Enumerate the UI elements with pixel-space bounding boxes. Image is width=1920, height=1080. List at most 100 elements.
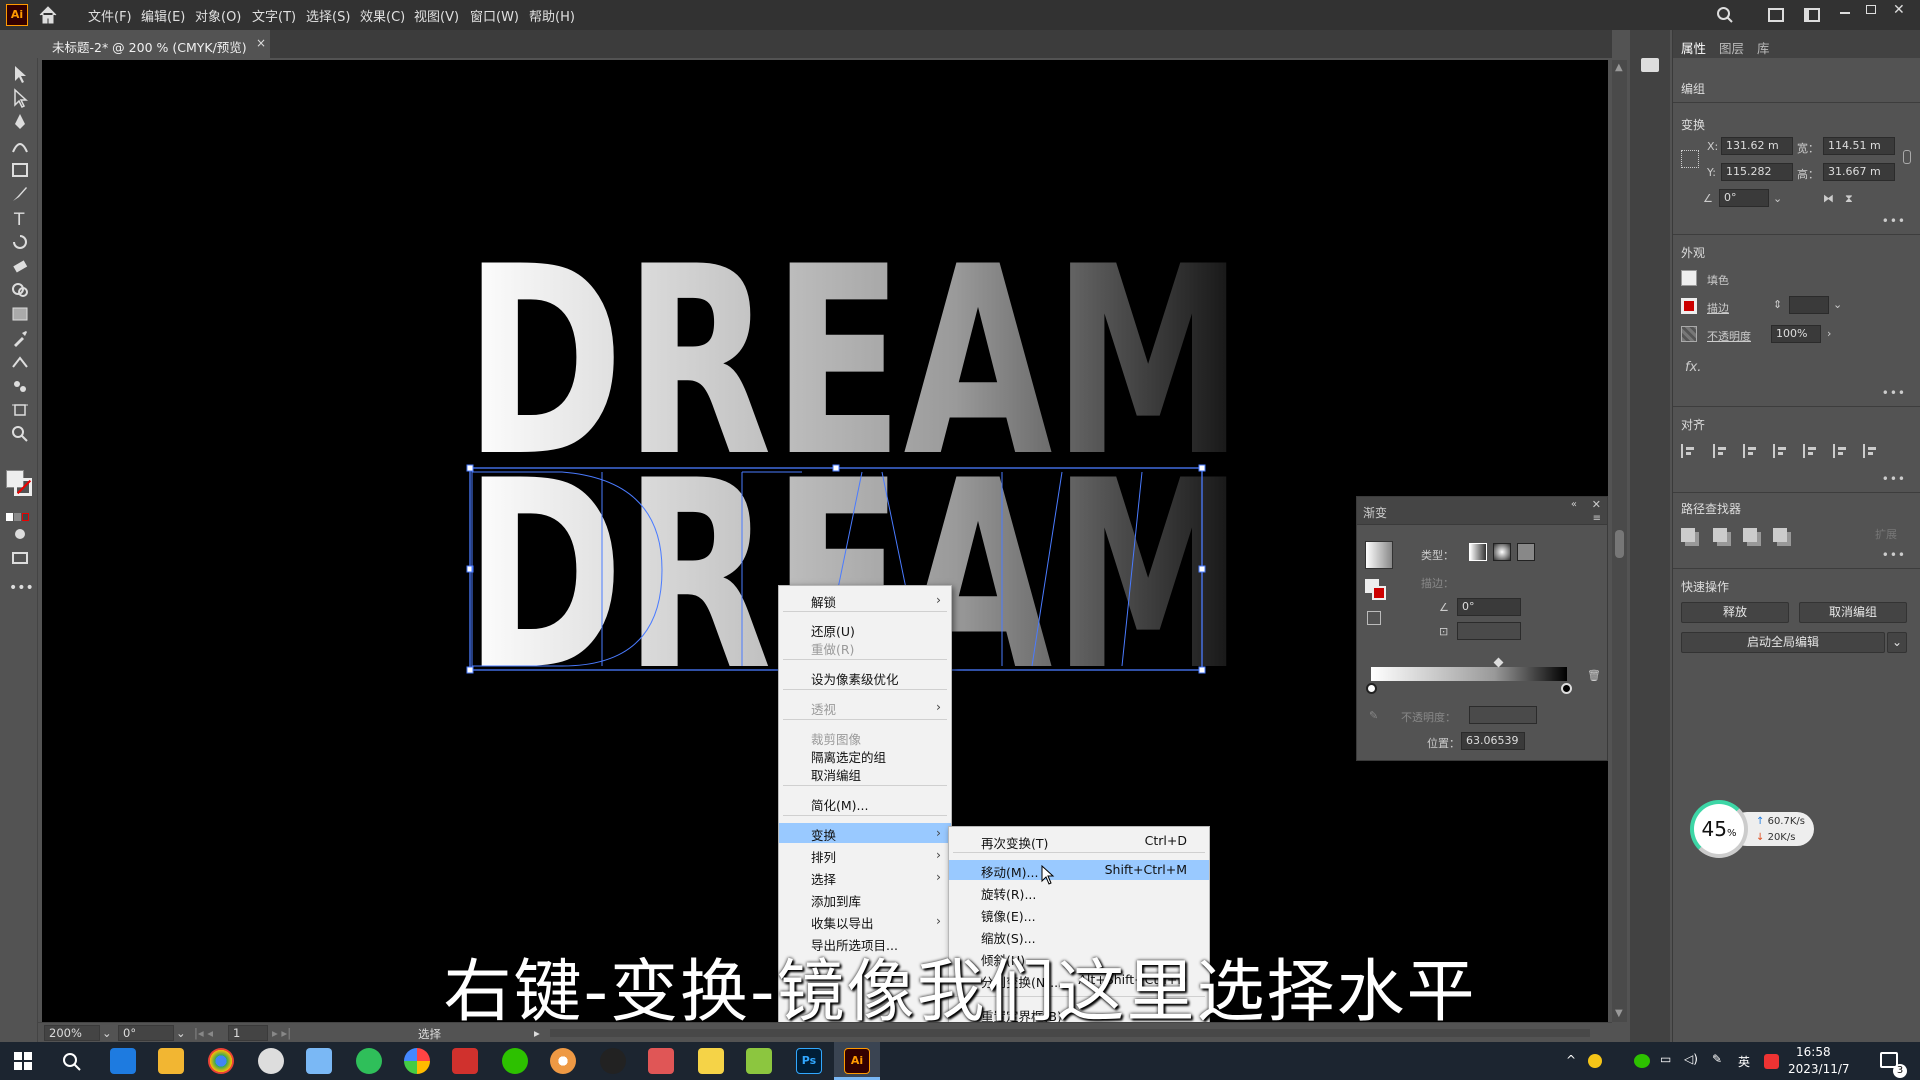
y-field[interactable]: 115.282 xyxy=(1721,163,1793,181)
menu-item-6[interactable]: 视图(V) xyxy=(414,6,459,25)
settings-gear-icon[interactable] xyxy=(258,1048,284,1074)
tray-wechat-icon[interactable] xyxy=(1634,1054,1650,1068)
menu-item-1[interactable]: 编辑(E) xyxy=(141,6,185,25)
gradient-stop-black[interactable] xyxy=(1561,683,1572,694)
tray-app-icon[interactable] xyxy=(1588,1054,1602,1068)
shape-builder-icon[interactable] xyxy=(9,280,31,300)
artboard-number-field[interactable]: 1 xyxy=(228,1025,268,1041)
status-menu-arrow-icon[interactable]: ▸ xyxy=(534,1026,540,1040)
gradient-slider[interactable] xyxy=(1371,667,1567,681)
curvature-tool-icon[interactable] xyxy=(9,136,31,156)
menu-item-2[interactable]: 对象(O) xyxy=(195,6,241,25)
transform-more-icon[interactable]: ••• xyxy=(1882,214,1906,228)
gradient-annotator-icon[interactable] xyxy=(1367,611,1381,625)
app-photos-icon[interactable] xyxy=(306,1048,332,1074)
context-menu-item[interactable]: 还原(U) xyxy=(779,619,951,639)
stop-eyedropper-icon[interactable]: ✎ xyxy=(1369,709,1378,722)
bbox-handle[interactable] xyxy=(466,464,474,472)
context-menu-item[interactable]: 解锁 › xyxy=(779,590,951,610)
more-tools-icon[interactable]: ••• xyxy=(9,580,34,600)
direct-selection-tool-icon[interactable] xyxy=(9,88,31,108)
minus-front-icon[interactable] xyxy=(1713,528,1727,542)
eraser-tool-icon[interactable] xyxy=(9,256,31,276)
delete-stop-icon[interactable]: 🗑 xyxy=(1587,669,1601,682)
windows-start-icon[interactable] xyxy=(14,1052,32,1070)
chrome-icon[interactable] xyxy=(208,1048,234,1074)
position-field[interactable]: 63.06539 xyxy=(1461,732,1525,750)
illustrator-logo[interactable]: Ai xyxy=(6,4,28,26)
rotation-field[interactable]: 0° xyxy=(118,1025,174,1041)
notepad-icon[interactable] xyxy=(698,1048,724,1074)
document-tab[interactable]: 未标题-2* @ 200 % (CMYK/预览) × xyxy=(38,30,270,58)
x-field[interactable]: 131.62 m xyxy=(1721,137,1793,155)
scroll-thumb[interactable] xyxy=(1615,530,1624,558)
arrange-docs-icon[interactable] xyxy=(1804,8,1820,22)
context-menu-item[interactable]: 隔离选定的组 xyxy=(779,745,951,765)
linear-gradient-button[interactable] xyxy=(1469,543,1487,561)
context-menu-item[interactable]: 变换 › xyxy=(779,823,951,843)
draw-mode-icon[interactable] xyxy=(9,524,31,544)
menu-item-4[interactable]: 选择(S) xyxy=(306,6,350,25)
color-mode-icons[interactable] xyxy=(6,506,32,521)
volume-icon[interactable]: ◁) xyxy=(1684,1052,1698,1066)
tray-expand-icon[interactable]: ^ xyxy=(1566,1053,1576,1067)
stroke-weight-field[interactable] xyxy=(1789,296,1829,314)
align-right-icon[interactable] xyxy=(1773,444,1789,458)
reference-point-icon[interactable] xyxy=(1681,150,1699,168)
type-tool-icon[interactable]: T xyxy=(9,208,31,228)
menu-item-7[interactable]: 窗口(W) xyxy=(470,6,519,25)
bbox-handle[interactable] xyxy=(1198,666,1206,674)
artboard-nav-first-icon[interactable]: |◂ ◂ xyxy=(194,1026,213,1040)
rotate-tool-icon[interactable] xyxy=(9,232,31,252)
menu-item-8[interactable]: 帮助(H) xyxy=(529,6,575,25)
pen-tool-icon[interactable] xyxy=(9,112,31,132)
artboard-tool-icon[interactable] xyxy=(9,400,31,420)
close-button[interactable]: ✕ xyxy=(1893,2,1905,18)
zoom-tool-icon[interactable] xyxy=(9,424,31,444)
opacity-arrow-icon[interactable]: › xyxy=(1827,327,1831,340)
global-edit-button[interactable]: 启动全局编辑 xyxy=(1681,632,1885,653)
align-top-icon[interactable] xyxy=(1803,444,1819,458)
ime-language[interactable]: 英 xyxy=(1738,1053,1750,1070)
artboard-nav-next-icon[interactable]: ▸ ▸| xyxy=(272,1026,291,1040)
appearance-more-icon[interactable]: ••• xyxy=(1882,386,1906,400)
bbox-handle[interactable] xyxy=(1198,565,1206,573)
clock-time[interactable]: 16:58 xyxy=(1796,1045,1831,1059)
stroke-label[interactable]: 描边 xyxy=(1707,300,1729,316)
browser-icon[interactable] xyxy=(550,1048,576,1074)
gradient-midpoint-diamond[interactable] xyxy=(1493,657,1504,668)
width-field[interactable]: 114.51 m xyxy=(1823,137,1895,155)
menu-item-3[interactable]: 文字(T) xyxy=(252,6,296,25)
screen-mode-icon[interactable] xyxy=(9,548,31,568)
gradient-tool-icon[interactable] xyxy=(9,304,31,324)
submenu-item[interactable]: 镜像(E)... xyxy=(949,904,1209,924)
bbox-handle[interactable] xyxy=(1198,464,1206,472)
illustrator-taskbar-icon[interactable]: Ai xyxy=(844,1048,870,1074)
close-panel-icon[interactable]: ✕ xyxy=(1592,498,1601,511)
submenu-item[interactable]: 移动(M)... Shift+Ctrl+M xyxy=(949,860,1209,880)
context-menu-item[interactable]: 排列 › xyxy=(779,845,951,865)
stroke-dropdown-icon[interactable]: ⌄ xyxy=(1833,298,1842,311)
exclude-icon[interactable] xyxy=(1773,528,1787,542)
context-menu-item[interactable]: 选择 › xyxy=(779,867,951,887)
menu-item-0[interactable]: 文件(F) xyxy=(88,6,132,25)
ungroup-button[interactable]: 取消编组 xyxy=(1799,602,1907,623)
panel-menu-icon[interactable]: ≡ xyxy=(1593,513,1601,524)
submenu-item[interactable]: 再次变换(T) Ctrl+D xyxy=(949,831,1209,851)
photoshop-icon[interactable]: Ps xyxy=(796,1048,822,1074)
gradient-stop-white[interactable] xyxy=(1366,683,1377,694)
align-hcenter-icon[interactable] xyxy=(1743,444,1759,458)
fill-label[interactable]: 填色 xyxy=(1707,272,1729,288)
flip-horizontal-icon[interactable]: ⧓ xyxy=(1823,192,1834,205)
wechat-icon[interactable] xyxy=(502,1048,528,1074)
release-button[interactable]: 释放 xyxy=(1681,602,1789,623)
rectangle-tool-icon[interactable] xyxy=(9,160,31,180)
align-vcenter-icon[interactable] xyxy=(1833,444,1849,458)
submenu-item[interactable]: 旋转(R)... xyxy=(949,882,1209,902)
opacity-field[interactable]: 100% xyxy=(1771,325,1821,343)
gradient-preview-swatch[interactable] xyxy=(1365,541,1393,569)
bbox-handle[interactable] xyxy=(832,464,840,472)
angle-field[interactable]: 0° xyxy=(1719,189,1769,207)
qq-icon[interactable] xyxy=(600,1048,626,1074)
app-leaf-icon[interactable] xyxy=(746,1048,772,1074)
